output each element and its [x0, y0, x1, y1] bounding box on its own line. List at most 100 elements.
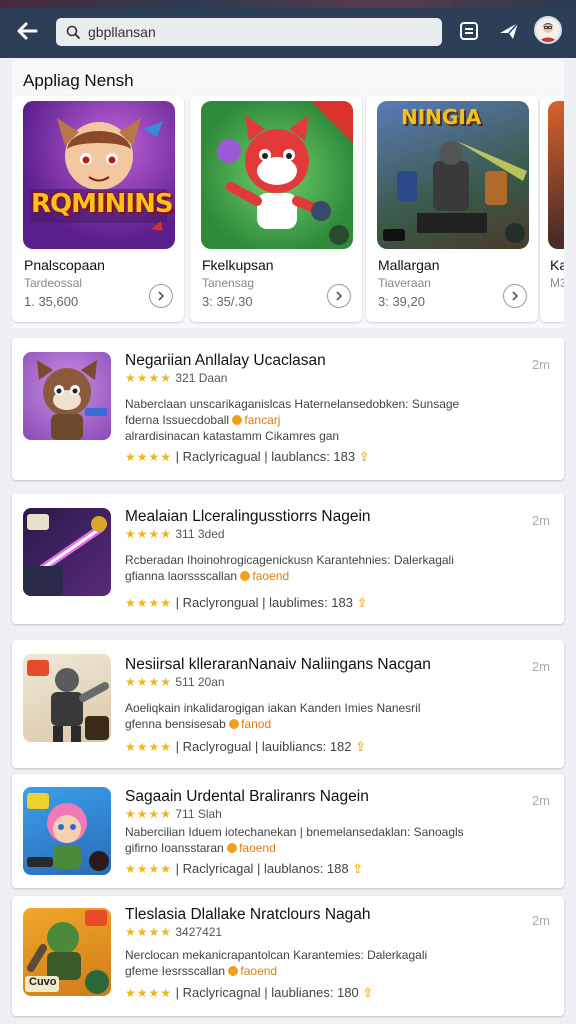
trending-up-icon: ⇪: [358, 449, 370, 464]
app-title: Mealaian Llceralingusstiorrs Nagein: [125, 508, 371, 525]
trending-up-icon: ⇪: [356, 595, 368, 610]
artwork-logo-text: Cuvo: [29, 976, 57, 988]
app-description: Naberclaan unscarikaganislcas Haternelan…: [125, 396, 545, 444]
star-rating-icon: ★★★★: [125, 675, 173, 689]
app-list-item[interactable]: Sagaain Urdental Braliranrs Nagein 2m ★★…: [12, 774, 564, 888]
stats-text: | Raclyrongual | laublimes: 183: [175, 595, 353, 610]
app-name: Pnalscopaan: [24, 257, 105, 273]
genre-tag[interactable]: fanod: [241, 717, 271, 731]
star-rating-icon: ★★★★: [125, 596, 173, 610]
star-rating-icon: ★★★★: [125, 740, 173, 754]
app-meta: 3: 35/.30: [202, 294, 253, 309]
stats-text: | Raclyricagual | laublancs: 183: [175, 449, 356, 464]
app-name: Fkelkupsan: [202, 257, 274, 273]
app-developer: Tiaveraan: [378, 276, 431, 290]
rating-count: 321 Daan: [175, 371, 228, 385]
open-button[interactable]: [327, 284, 351, 308]
open-button[interactable]: [503, 284, 527, 308]
tag-icon: [229, 719, 240, 729]
app-icon: Cuvo: [23, 908, 111, 996]
open-button[interactable]: [149, 284, 173, 308]
stats-row: ★★★★ | Raclyricagual | laublancs: 183 ⇪: [125, 449, 370, 465]
app-icon: [23, 508, 111, 596]
section-title: Appliag Nensh: [23, 71, 134, 90]
app-developer: Tardeossal: [24, 276, 83, 290]
app-artwork: [548, 101, 564, 249]
app-title: Nesiirsal klleraranNanaiv Naliingans Nac…: [125, 656, 431, 673]
description-line: fderna Issuecdoball fancarj: [125, 413, 281, 427]
rating-count: 511 20an: [175, 675, 225, 689]
description-line: gfenna bensisesab fanod: [125, 717, 272, 731]
trending-up-icon: ⇪: [362, 985, 374, 1000]
featured-app-card[interactable]: Fkelkupsan Tanensag 3: 35/.30: [190, 96, 362, 322]
back-button[interactable]: [12, 16, 42, 46]
genre-tag[interactable]: faoend: [252, 569, 289, 583]
rating-row: ★★★★ 311 3ded: [125, 527, 225, 541]
rating-count: 311 3ded: [175, 527, 225, 541]
app-name: Ka: [550, 257, 564, 273]
description-line: gifirno Ioansstaran faoend: [125, 841, 276, 855]
app-list-item[interactable]: Mealaian Llceralingusstiorrs Nagein 2m ★…: [12, 494, 564, 624]
timestamp: 2m: [531, 659, 550, 674]
chevron-right-icon: [336, 291, 343, 301]
timestamp: 2m: [531, 513, 550, 528]
featured-section: Appliag Nensh RQMININS Pnalscopaan Tarde…: [12, 60, 564, 328]
tabs-button[interactable]: [456, 18, 482, 44]
description-line: alrardisinacan katastamm Cikamres gan: [125, 429, 340, 443]
search-input[interactable]: [88, 24, 428, 40]
rating-row: ★★★★ 321 Daan: [125, 371, 227, 385]
app-list-item[interactable]: Nesiirsal klleraranNanaiv Naliingans Nac…: [12, 640, 564, 768]
app-artwork: RQMININS: [23, 101, 175, 249]
description-line: Naberclaan unscarikaganislcas Haternelan…: [125, 397, 460, 411]
tag-icon: [232, 415, 243, 425]
rating-row: ★★★★ 511 20an: [125, 675, 225, 689]
app-title: Sagaain Urdental Braliranrs Nagein: [125, 788, 369, 805]
star-rating-icon: ★★★★: [125, 450, 173, 464]
timestamp: 2m: [531, 913, 550, 928]
rating-count: 711 Slah: [175, 807, 222, 821]
app-list-item[interactable]: Cuvo Tleslasia Dlallake Nratclours Nagah…: [12, 896, 564, 1016]
app-icon: [23, 352, 111, 440]
app-artwork: NINGIA: [377, 101, 529, 249]
app-description: Aoeliqkain inkalidarogigan iakan Kanden …: [125, 700, 545, 732]
header-banner-strip: [0, 0, 576, 8]
featured-app-card[interactable]: NINGIA Mallargan Tiaveraan 3: 39,20: [366, 96, 538, 322]
back-arrow-icon: [17, 22, 38, 40]
search-bar[interactable]: [56, 18, 442, 46]
trending-up-icon: ⇪: [352, 861, 364, 876]
app-description: Nerclocan mekanicrapantolcan Karantemies…: [125, 947, 545, 979]
app-description: Nabercilian Iduem iotechanekan | bnemela…: [125, 824, 545, 856]
description-line: Rcberadan Ihoinohrogicagenickusn Karante…: [125, 553, 454, 567]
tabs-icon: [460, 22, 478, 40]
app-artwork: [201, 101, 353, 249]
app-developer: Tanensag: [202, 276, 255, 290]
app-meta: 3: 39,20: [378, 294, 425, 309]
star-rating-icon: ★★★★: [125, 527, 173, 541]
star-rating-icon: ★★★★: [125, 986, 173, 1000]
rating-count: 3427421: [175, 925, 223, 939]
app-developer: M3: [550, 276, 564, 290]
stats-row: ★★★★ | Raclyricagnal | laublianes: 180 ⇪: [125, 985, 373, 1001]
app-title: Negariian Anllalay Ucaclasan: [125, 352, 326, 369]
description-line: gfianna laorssscallan faoend: [125, 569, 290, 583]
send-icon: [500, 22, 519, 39]
genre-tag[interactable]: faoend: [240, 964, 277, 978]
genre-tag[interactable]: faoend: [239, 841, 276, 855]
stats-text: | Raclyricagnal | laublianes: 180: [175, 985, 359, 1000]
genre-tag[interactable]: fancarj: [244, 413, 280, 427]
tag-icon: [228, 966, 239, 976]
top-app-bar: [0, 0, 576, 58]
app-description: Rcberadan Ihoinohrogicagenickusn Karante…: [125, 552, 545, 584]
app-list-item[interactable]: Negariian Anllalay Ucaclasan 2m ★★★★ 321…: [12, 338, 564, 480]
user-avatar[interactable]: [534, 16, 562, 44]
stats-row: ★★★★ | Raclyrogual | lauibliancs: 182 ⇪: [125, 739, 366, 755]
star-rating-icon: ★★★★: [125, 807, 173, 821]
app-icon: [23, 787, 111, 875]
app-name: Mallargan: [378, 257, 440, 273]
artwork-logo-text: NINGIA: [401, 105, 482, 129]
featured-app-card[interactable]: RQMININS Pnalscopaan Tardeossal 1. 35,60…: [12, 96, 184, 322]
search-icon: [64, 23, 82, 41]
featured-app-card[interactable]: Ka M3: [540, 96, 564, 322]
rating-row: ★★★★ 3427421: [125, 925, 222, 939]
share-button[interactable]: [496, 18, 522, 44]
